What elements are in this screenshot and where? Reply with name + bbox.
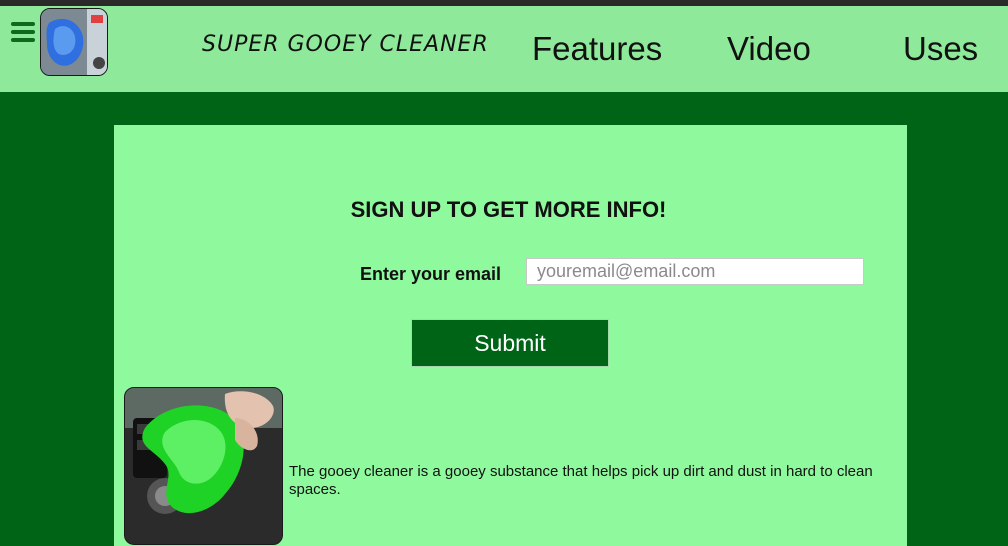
gooey-cleaner-in-car-photo-icon	[125, 388, 282, 544]
nav-link-uses[interactable]: Uses	[903, 30, 978, 68]
gooey-cleaner-logo-icon	[41, 9, 107, 75]
submit-button[interactable]: Submit	[411, 319, 609, 367]
logo-image[interactable]	[40, 8, 108, 76]
hamburger-menu-icon[interactable]	[11, 22, 35, 42]
nav-link-video[interactable]: Video	[727, 30, 811, 68]
brand-title: SUPER GOOEY CLEANER	[202, 32, 489, 57]
signup-heading: SIGN UP TO GET MORE INFO!	[114, 197, 907, 223]
email-input[interactable]	[526, 258, 864, 285]
site-header: SUPER GOOEY CLEANER Features Video Uses	[0, 6, 1008, 92]
nav-link-features[interactable]: Features	[532, 30, 662, 68]
signup-panel: SIGN UP TO GET MORE INFO! Enter your ema…	[114, 125, 907, 546]
signup-heading-text: SIGN UP TO GET MORE INFO!	[350, 197, 667, 222]
product-photo	[124, 387, 283, 545]
product-description: The gooey cleaner is a gooey substance t…	[289, 463, 873, 498]
email-label: Enter your email	[360, 264, 502, 284]
